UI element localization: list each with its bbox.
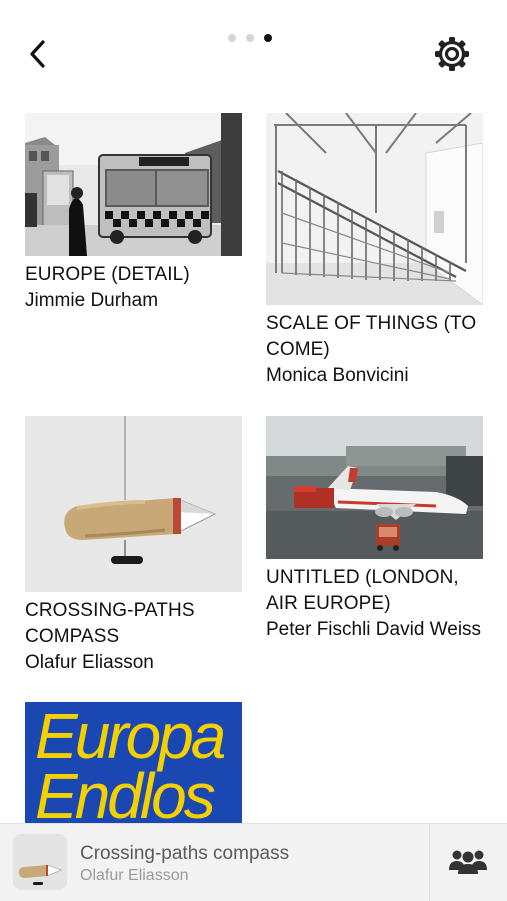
artwork-artist: Olafur Eliasson xyxy=(25,652,154,673)
artwork-image-bus-street[interactable] xyxy=(25,113,242,256)
group-icon xyxy=(449,850,487,874)
cover-text: Europa Endlos xyxy=(35,702,226,824)
back-button[interactable] xyxy=(22,36,56,72)
artwork-card-crossing-paths-compass[interactable]: CROSSING-PATHS COMPASS Olafur Eliasson xyxy=(25,416,243,676)
page-dot-3-active[interactable] xyxy=(264,34,272,42)
artwork-image-compass-sculpture[interactable] xyxy=(25,416,242,592)
artwork-image-scaffold-stairs[interactable] xyxy=(266,113,483,305)
chevron-left-icon xyxy=(30,40,45,68)
now-playing-title[interactable]: Crossing-paths compass xyxy=(80,843,289,865)
artwork-card-europa-endlos[interactable]: Europa Endlos xyxy=(25,702,243,824)
page-dot-2[interactable] xyxy=(246,34,254,42)
now-playing-thumbnail[interactable] xyxy=(13,834,67,890)
group-button[interactable] xyxy=(449,846,487,878)
artwork-artist: Monica Bonvicini xyxy=(266,365,409,386)
page-dot-1[interactable] xyxy=(228,34,236,42)
artwork-card-scale-of-things[interactable]: SCALE OF THINGS (TO COME) Monica Bonvici… xyxy=(266,113,484,389)
now-playing-bar[interactable]: Crossing-paths compass Olafur Eliasson xyxy=(0,823,507,901)
artwork-image-europa-endlos-cover[interactable]: Europa Endlos xyxy=(25,702,242,824)
artwork-artist: Jimmie Durham xyxy=(25,290,159,311)
now-playing-artist: Olafur Eliasson xyxy=(80,867,189,884)
artwork-artist: Peter Fischli David Weiss xyxy=(266,619,482,640)
page-indicator[interactable] xyxy=(228,34,272,42)
artwork-title: SCALE OF THINGS (TO COME) xyxy=(266,313,477,360)
gear-icon xyxy=(435,37,469,71)
artwork-title: UNTITLED (LONDON, AIR EUROPE) xyxy=(266,567,459,614)
artwork-title: CROSSING-PATHS COMPASS xyxy=(25,600,195,647)
top-bar xyxy=(0,0,507,100)
artwork-title: EUROPE (DETAIL) xyxy=(25,264,190,285)
settings-button[interactable] xyxy=(432,34,472,74)
artwork-card-europe[interactable]: EUROPE (DETAIL) Jimmie Durham xyxy=(25,113,243,314)
artwork-image-airport-plane[interactable] xyxy=(266,416,483,559)
divider xyxy=(429,824,430,901)
artwork-card-air-europe[interactable]: UNTITLED (LONDON, AIR EUROPE) Peter Fisc… xyxy=(266,416,484,643)
